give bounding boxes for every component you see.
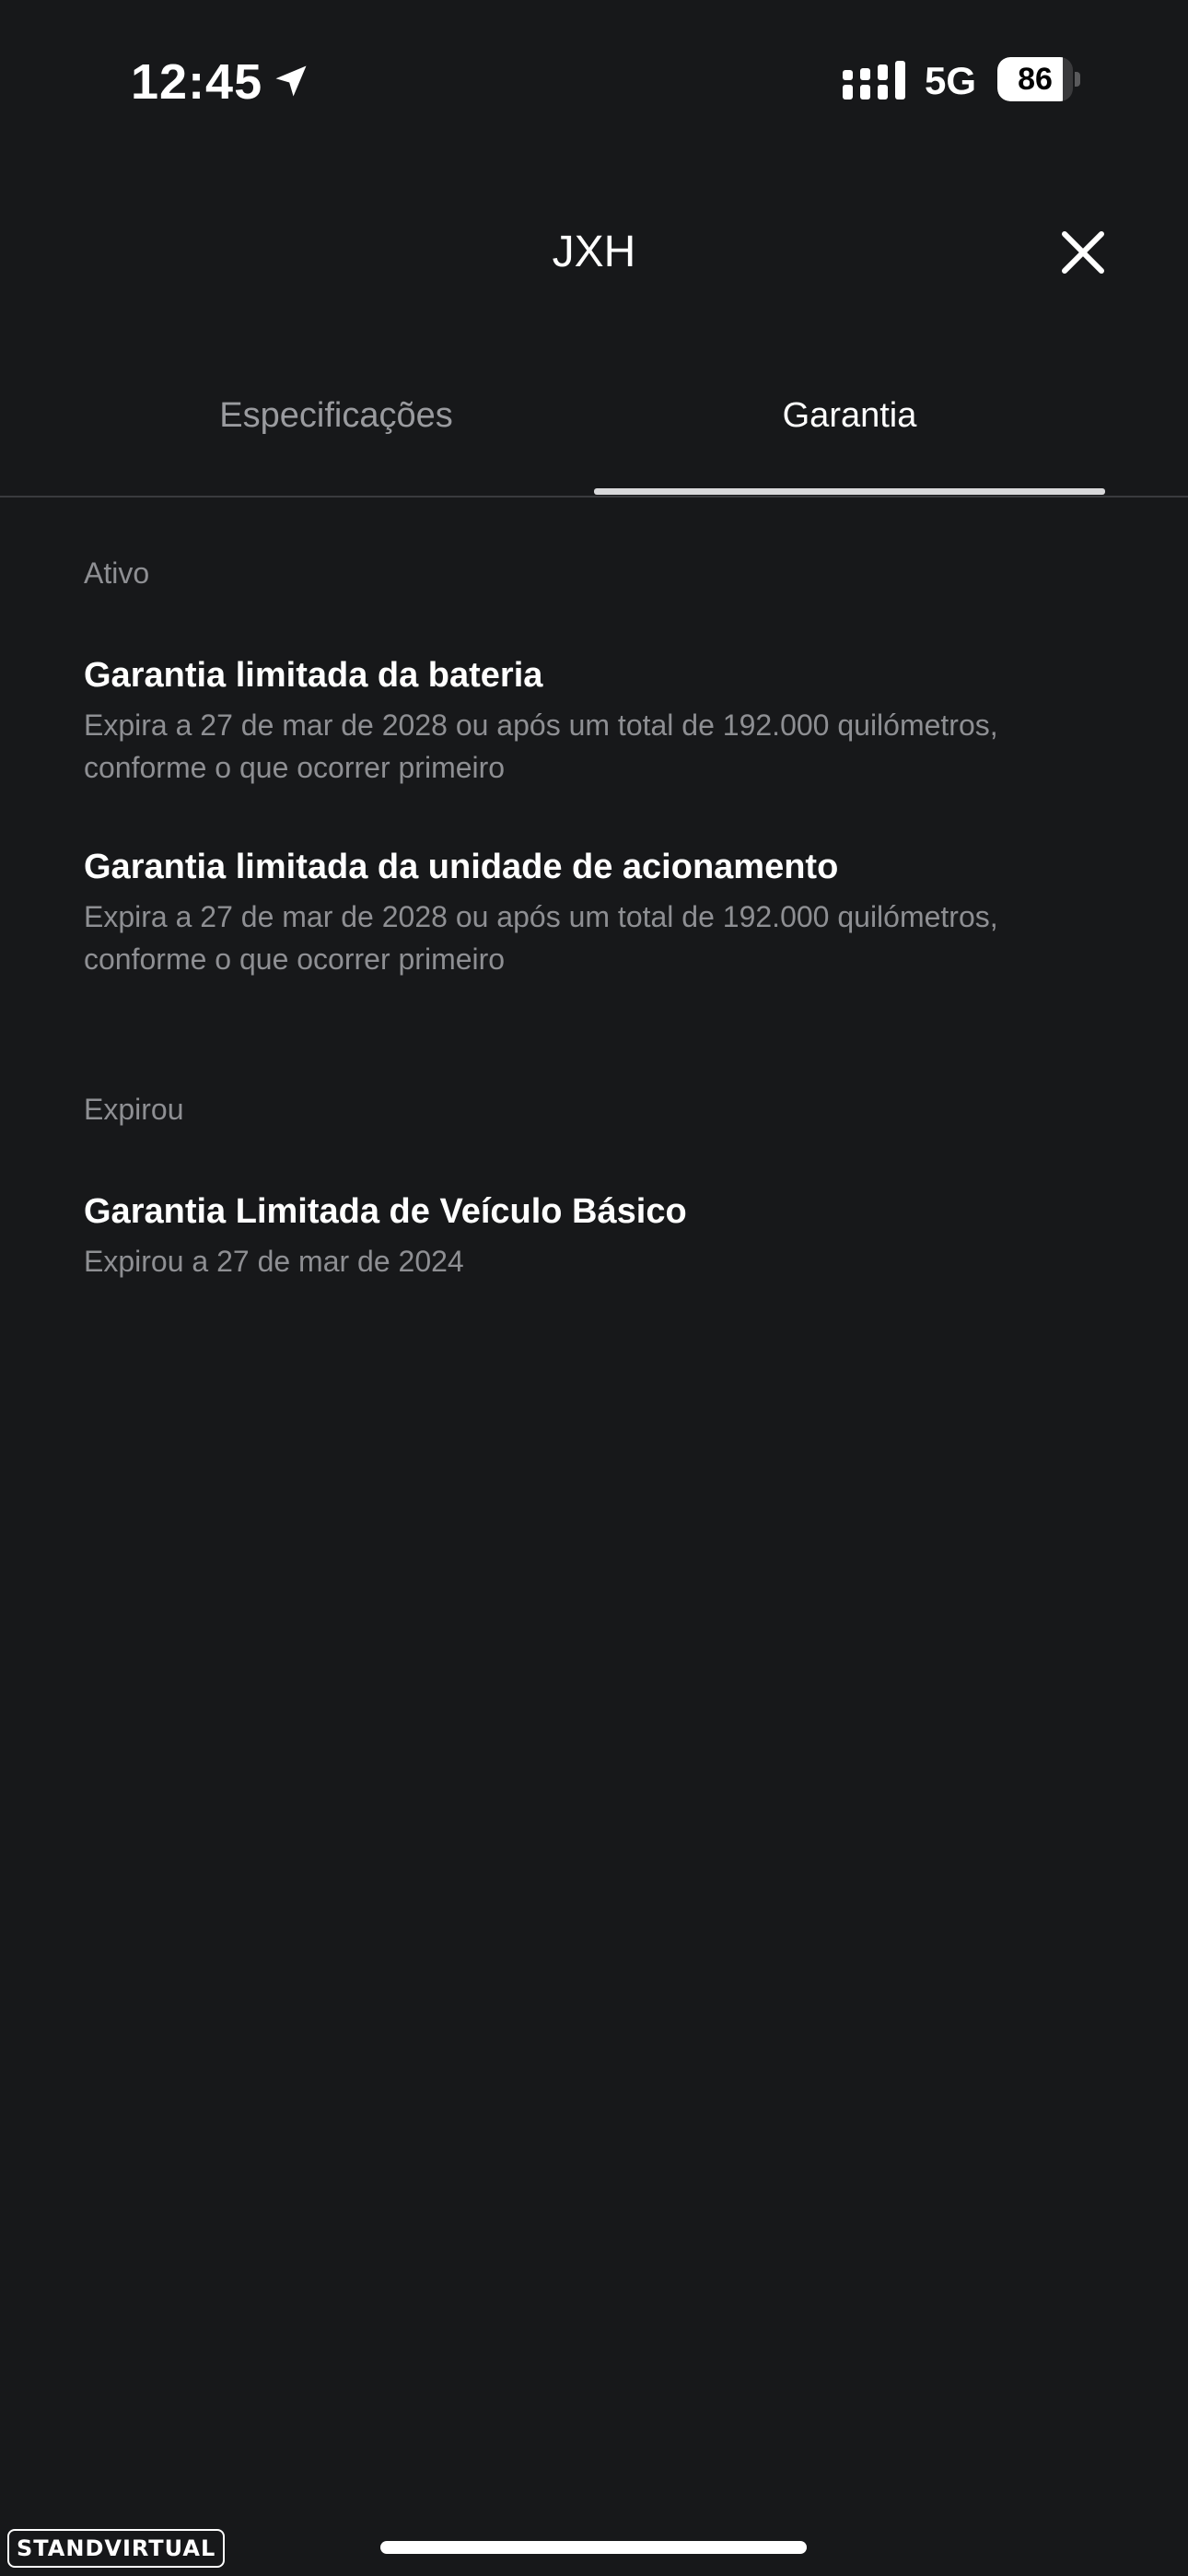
battery-cap [1075, 72, 1080, 87]
warranty-title: Garantia limitada da unidade de acioname… [84, 848, 839, 886]
status-time: 12:45 [131, 54, 263, 110]
tab-bar: Especificações Garantia [0, 369, 1188, 498]
battery-icon: 86 [997, 57, 1080, 101]
tab-warranty[interactable]: Garantia [594, 396, 1105, 436]
tab-specifications[interactable]: Especificações [83, 396, 589, 436]
battery-level: 86 [1018, 62, 1053, 97]
home-indicator[interactable] [380, 2541, 807, 2554]
section-label-expired: Expirou [84, 1093, 184, 1126]
section-label-active: Ativo [84, 556, 150, 590]
close-button[interactable] [1059, 228, 1107, 276]
watermark-logo: STANDVIRTUAL [7, 2529, 226, 2568]
warranty-title: Garantia Limitada de Veículo Básico [84, 1192, 687, 1231]
location-arrow-icon [275, 65, 307, 97]
warranty-title: Garantia limitada da bateria [84, 656, 543, 695]
page-title: JXH [552, 228, 636, 276]
close-icon [1062, 231, 1104, 274]
signal-bars-icon [843, 61, 905, 100]
tab-selected-indicator [594, 488, 1105, 495]
network-label: 5G [925, 59, 977, 102]
status-bar: 12:45 5G 86 [0, 0, 1188, 157]
warranty-description: Expirou a 27 de mar de 2024 [84, 1245, 464, 1278]
warranty-description: Expira a 27 de mar de 2028 ou após um to… [84, 900, 998, 976]
warranty-description: Expira a 27 de mar de 2028 ou após um to… [84, 708, 998, 784]
battery-body: 86 [997, 57, 1073, 101]
